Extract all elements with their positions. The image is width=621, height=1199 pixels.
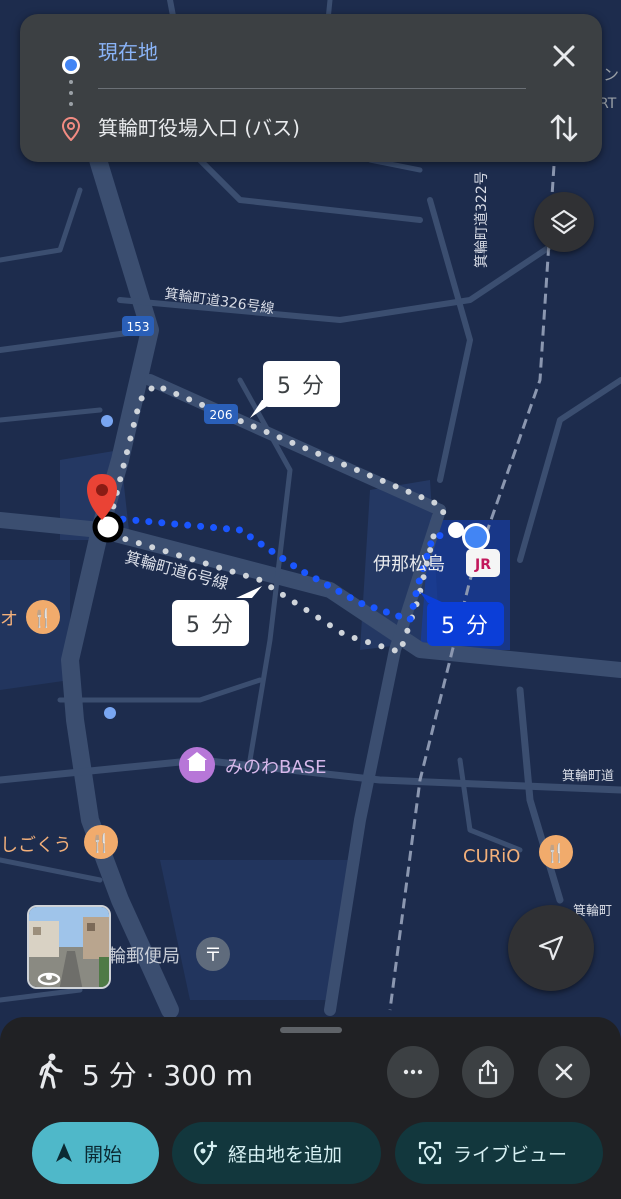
live-view-icon xyxy=(418,1141,442,1165)
route-summary: 5 分 · 300 m xyxy=(82,1059,254,1092)
divider xyxy=(98,88,526,89)
drag-handle[interactable] xyxy=(280,1027,342,1033)
station-name: 伊那松島 xyxy=(373,554,445,575)
layers-icon xyxy=(550,209,578,235)
svg-text:みのわBASE: みのわBASE xyxy=(225,757,326,778)
close-route-button[interactable] xyxy=(538,1046,590,1098)
start-label: 開始 xyxy=(84,1143,123,1166)
restaurant-icon: 🍴 xyxy=(26,600,60,634)
svg-text:206: 206 xyxy=(210,408,233,422)
add-stop-button[interactable]: 経由地を追加 xyxy=(172,1122,381,1184)
close-icon[interactable] xyxy=(544,36,584,76)
route-dots-icon xyxy=(69,80,73,116)
svg-text:🍴: 🍴 xyxy=(32,607,54,629)
post-office-icon: 〒 xyxy=(196,937,230,971)
add-location-icon xyxy=(193,1140,218,1166)
route-shield-153: 153 xyxy=(122,316,154,336)
restaurant-icon: 🍴 xyxy=(84,825,118,859)
more-horiz-icon xyxy=(403,1069,423,1075)
layers-button[interactable] xyxy=(534,192,594,252)
road-label-322: 箕輪町道322号 xyxy=(473,171,490,268)
jr-station-icon: JR xyxy=(466,549,500,577)
recenter-navigation-button[interactable] xyxy=(508,905,594,991)
add-stop-label: 経由地を追加 xyxy=(228,1143,343,1166)
left-restaurant-label: オ xyxy=(0,609,18,630)
directions-card: 現在地 箕輪町役場入口 (バス) xyxy=(20,14,602,162)
share-button[interactable] xyxy=(462,1046,514,1098)
route-bottom-sheet: 5 分 · 300 m 開始 経由地を追加 ライブビュー xyxy=(0,1017,621,1199)
share-icon xyxy=(478,1059,498,1085)
destination-field[interactable]: 箕輪町役場入口 (バス) xyxy=(98,112,300,141)
navigation-arrow-icon xyxy=(56,1143,72,1162)
road-label-right: 箕輪町道 xyxy=(562,768,614,784)
selected-route-time-bubble[interactable]: 5 分 xyxy=(427,602,504,646)
live-view-label: ライブビュー xyxy=(453,1143,568,1166)
poi-dot xyxy=(104,707,116,719)
route-shield-206: 206 xyxy=(204,404,238,424)
navigation-arrow-icon xyxy=(538,935,564,961)
poi-dot xyxy=(101,415,113,427)
more-button[interactable] xyxy=(387,1046,439,1098)
svg-text:🍴: 🍴 xyxy=(545,842,567,864)
destination-pin-icon xyxy=(62,117,80,141)
svg-text:JR: JR xyxy=(474,557,491,573)
current-location-dot xyxy=(465,526,487,548)
street-view-image xyxy=(29,907,109,987)
origin-dot-icon xyxy=(62,56,80,74)
start-button[interactable]: 開始 xyxy=(32,1122,159,1184)
post-office-label: 輪郵便局 xyxy=(108,946,180,967)
curio-label: CURiO xyxy=(463,846,520,867)
route-end-dot xyxy=(448,522,464,538)
left-restaurant-label-2: しごくう xyxy=(0,835,72,856)
svg-text:153: 153 xyxy=(127,320,150,334)
edge-text: ン xyxy=(603,65,619,84)
origin-field[interactable]: 現在地 xyxy=(98,36,158,65)
walking-icon xyxy=(39,1053,63,1089)
svg-text:〒: 〒 xyxy=(204,945,222,966)
street-view-thumbnail[interactable] xyxy=(27,905,111,989)
alt-route-time-bubble[interactable]: 5 分 xyxy=(172,600,249,646)
restaurant-icon[interactable]: 🍴 xyxy=(539,835,573,869)
live-view-button[interactable]: ライブビュー xyxy=(395,1122,603,1184)
swap-icon[interactable] xyxy=(544,108,584,148)
svg-text:🍴: 🍴 xyxy=(90,832,112,854)
close-icon xyxy=(555,1063,573,1081)
alt-route-time-bubble[interactable]: 5 分 xyxy=(263,361,340,407)
